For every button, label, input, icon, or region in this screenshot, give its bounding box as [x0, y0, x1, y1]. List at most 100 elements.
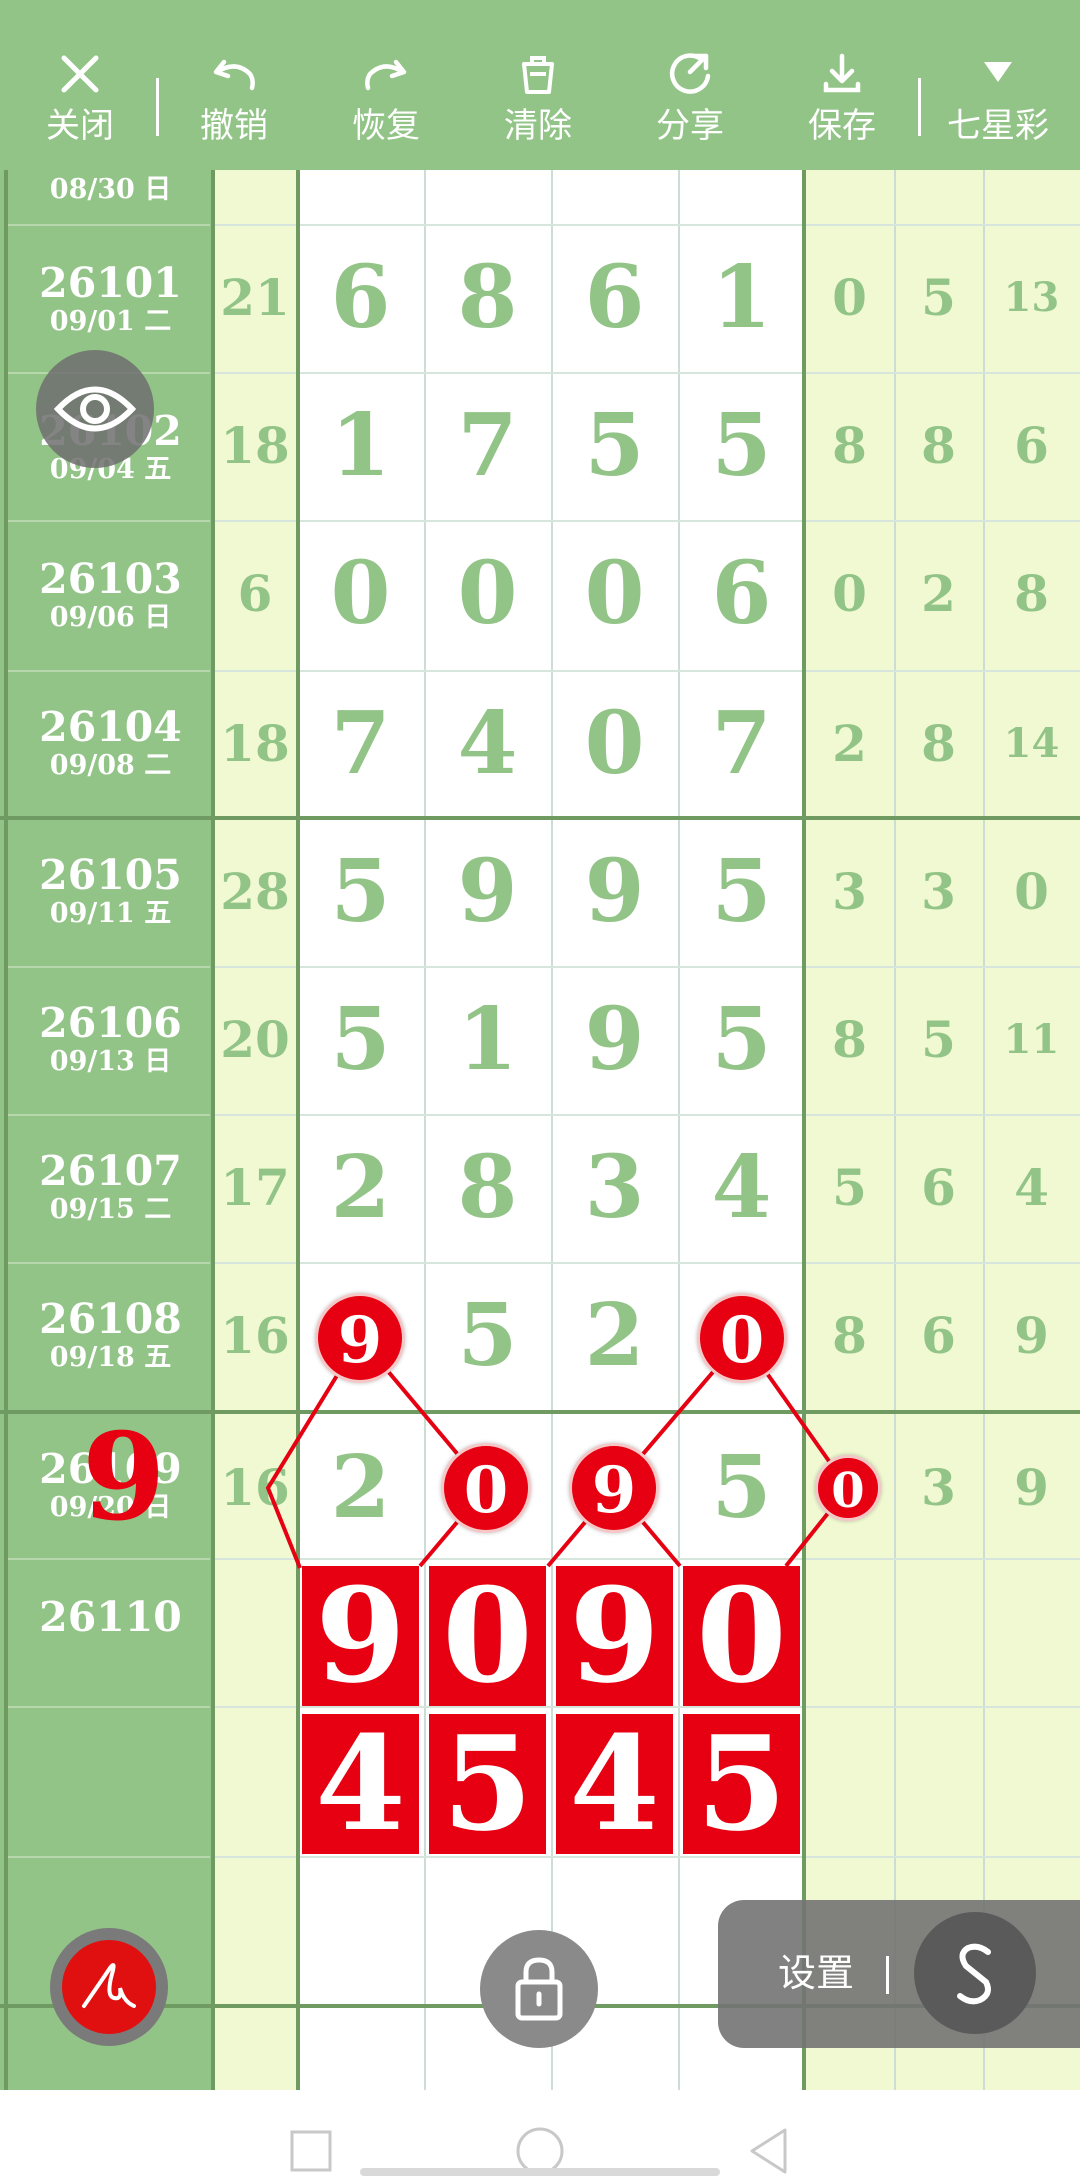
extra-cell: 11	[1003, 1016, 1060, 1063]
extra-cell: 0	[832, 268, 867, 327]
issue-label: 26103 09/06 日	[8, 556, 213, 634]
extra-cell: 5	[921, 268, 956, 327]
digit-cell: 2	[584, 1285, 645, 1386]
extra-cell: 3	[921, 862, 956, 921]
s-icon	[957, 1943, 991, 2005]
annotation-digit: 9	[82, 1407, 166, 1548]
issue-number: 26101	[39, 259, 182, 307]
digit-cell: 5	[711, 395, 772, 496]
issue-label: 26107 09/15 二	[8, 1148, 213, 1226]
visibility-toggle-button[interactable]	[36, 350, 154, 468]
extra-cell: 2	[921, 564, 956, 623]
lottery-type-dropdown[interactable]: 七星彩	[938, 50, 1058, 146]
prediction-box: 0	[429, 1566, 546, 1706]
extra-cell: 8	[1014, 564, 1049, 623]
digit-cell: 9	[584, 989, 645, 1090]
prediction-box: 5	[429, 1714, 546, 1854]
row-divider	[8, 670, 210, 672]
sum-cell: 20	[220, 1010, 290, 1069]
digit-cell: 3	[584, 1137, 645, 1238]
sum-cell: 17	[220, 1158, 290, 1217]
prediction-box: 9	[556, 1566, 673, 1706]
undo-button[interactable]: 撤销	[174, 50, 294, 146]
circled-digit: 0	[815, 1455, 881, 1521]
trash-icon	[522, 56, 554, 94]
undo-icon	[213, 59, 255, 91]
issue-date: 08/30 日	[49, 174, 172, 205]
prediction-box: 0	[683, 1566, 800, 1706]
digit-cell: 5	[711, 989, 772, 1090]
extra-cell: 8	[832, 1306, 867, 1365]
extra-cell: 3	[832, 862, 867, 921]
circled-digit: 9	[569, 1443, 659, 1533]
panel-separator	[886, 1956, 889, 1994]
digit-cell: 8	[457, 247, 518, 348]
row-divider	[8, 520, 210, 522]
save-button[interactable]: 保存	[782, 50, 902, 146]
row-divider	[8, 224, 210, 226]
issue-date: 09/15 二	[49, 1194, 172, 1225]
issue-number: 26107	[39, 1147, 182, 1195]
sum-cell: 18	[220, 416, 290, 475]
extra-cell: 3	[921, 1458, 956, 1517]
share-button[interactable]: 分享	[630, 50, 750, 146]
digit-cell: 0	[584, 693, 645, 794]
issue-label: 08/30 日	[8, 170, 213, 224]
redo-label: 恢复	[352, 106, 420, 146]
home-indicator	[360, 2168, 720, 2176]
back-icon	[750, 2128, 787, 2174]
close-button[interactable]: 关闭	[20, 50, 140, 146]
prediction-box: 4	[556, 1714, 673, 1854]
row-divider	[8, 1558, 210, 1560]
lock-button[interactable]	[480, 1930, 598, 2048]
s-button[interactable]	[914, 1912, 1036, 2034]
issue-label: 26104 09/08 二	[8, 704, 213, 782]
row-divider	[8, 1114, 210, 1116]
issue-number: 26108	[39, 1295, 182, 1343]
pen-tool-button[interactable]	[50, 1928, 168, 2046]
issue-number: 26105	[39, 851, 182, 899]
extra-cell: 8	[921, 416, 956, 475]
recent-apps-icon	[290, 2130, 332, 2172]
extra-cell: 5	[921, 1010, 956, 1069]
sum-cell: 16	[220, 1458, 290, 1517]
sum-cell: 6	[237, 564, 273, 623]
extra-cell: 9	[1014, 1306, 1049, 1365]
toolbar-separator	[156, 78, 159, 136]
share-icon	[669, 53, 711, 94]
digit-cell: 7	[711, 693, 772, 794]
issue-label: 26108 09/18 五	[8, 1296, 213, 1374]
lottery-type-label: 七星彩	[947, 106, 1049, 146]
extra-cell: 0	[1014, 862, 1049, 921]
sum-cell: 16	[220, 1306, 290, 1365]
digit-cell: 1	[457, 989, 518, 1090]
signature-icon	[82, 1963, 136, 2008]
row-divider	[8, 1856, 210, 1858]
digit-cell: 4	[457, 693, 518, 794]
clear-button[interactable]: 清除	[478, 50, 598, 146]
system-navigation-bar	[0, 2090, 1080, 2180]
eye-icon	[53, 386, 137, 432]
digit-cell: 6	[330, 247, 391, 348]
triangle-down-icon	[984, 62, 1012, 82]
extra-cell: 6	[921, 1306, 956, 1365]
extra-cell: 8	[832, 1010, 867, 1069]
extra-cell: 2	[832, 714, 867, 773]
digit-cell: 9	[584, 841, 645, 942]
digit-cell: 0	[330, 543, 391, 644]
settings-button[interactable]: 设置	[778, 1948, 854, 1998]
digit-cell: 1	[711, 247, 772, 348]
sum-cell: 21	[220, 268, 290, 327]
digit-cell: 4	[711, 1137, 772, 1238]
extra-cell: 6	[1014, 416, 1049, 475]
download-icon	[823, 53, 861, 93]
digit-cell: 5	[584, 395, 645, 496]
redo-button[interactable]: 恢复	[326, 50, 446, 146]
digit-cell: 0	[584, 543, 645, 644]
extra-cell: 6	[921, 1158, 956, 1217]
digit-cell: 9	[457, 841, 518, 942]
digit-cell: 5	[330, 841, 391, 942]
issue-date: 09/13 日	[49, 1046, 172, 1077]
pen-tool-inner	[62, 1940, 156, 2034]
digit-cell: 0	[457, 543, 518, 644]
